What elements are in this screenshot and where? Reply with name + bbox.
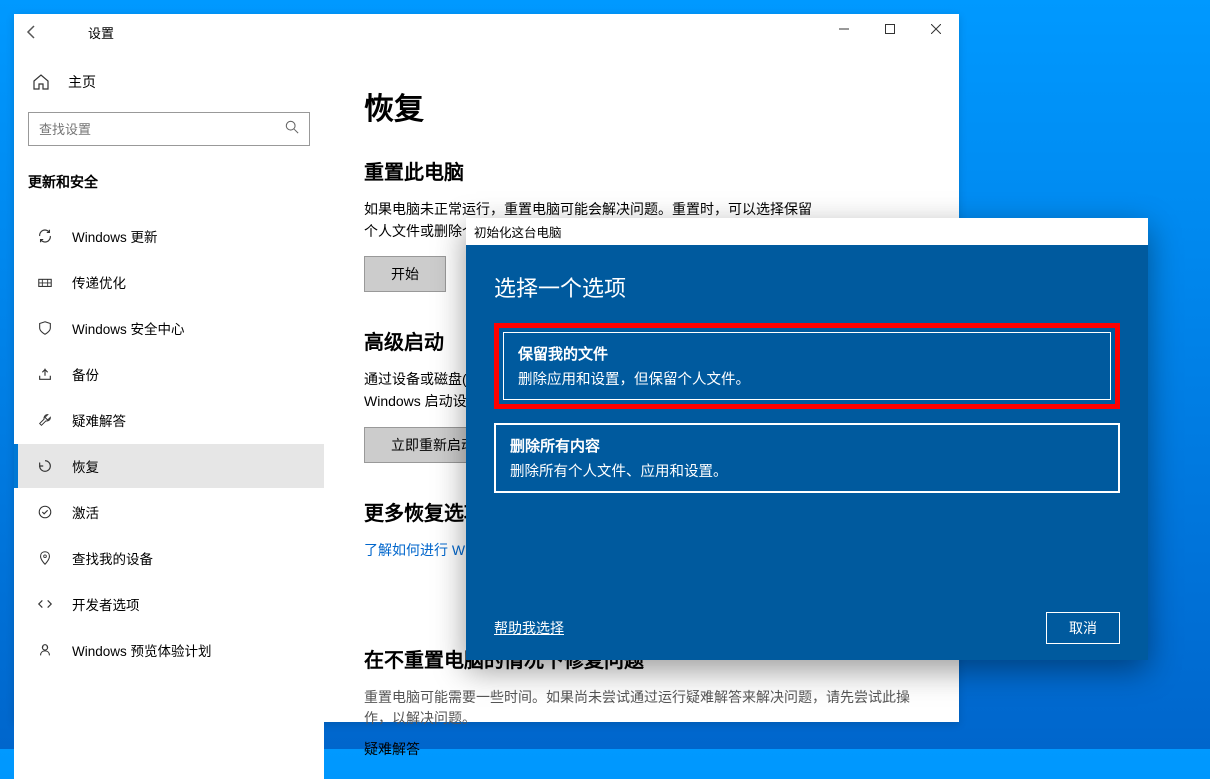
sidebar-item-troubleshoot[interactable]: 疑难解答 xyxy=(14,398,324,442)
window-title: 设置 xyxy=(88,23,114,42)
close-button[interactable] xyxy=(913,14,959,44)
option-desc: 删除应用和设置，但保留个人文件。 xyxy=(518,368,1096,389)
sidebar-item-label: Windows 预览体验计划 xyxy=(72,640,212,660)
shield-icon xyxy=(36,319,54,337)
search-icon xyxy=(285,120,299,139)
option-remove-everything[interactable]: 删除所有内容 删除所有个人文件、应用和设置。 xyxy=(494,423,1120,493)
home-icon xyxy=(32,73,50,91)
sidebar-item-developer[interactable]: 开发者选项 xyxy=(14,582,324,626)
dev-icon xyxy=(36,595,54,613)
search-box[interactable] xyxy=(28,112,310,146)
sync-icon xyxy=(36,227,54,245)
sidebar-item-insider[interactable]: Windows 预览体验计划 xyxy=(14,628,324,672)
activation-icon xyxy=(36,503,54,521)
sidebar-item-label: 查找我的设备 xyxy=(72,548,153,568)
highlight-frame: 保留我的文件 删除应用和设置，但保留个人文件。 xyxy=(494,323,1120,409)
sidebar-category: 更新和安全 xyxy=(14,158,324,212)
sidebar-home-label: 主页 xyxy=(68,72,96,92)
sidebar: 主页 更新和安全 Windows 更新 传递优化 Windows 安全中心 xyxy=(14,50,324,779)
sidebar-item-windows-update[interactable]: Windows 更新 xyxy=(14,214,324,258)
cancel-button[interactable]: 取消 xyxy=(1046,612,1120,644)
recovery-icon xyxy=(36,457,54,475)
sidebar-item-security[interactable]: Windows 安全中心 xyxy=(14,306,324,350)
window-controls xyxy=(821,14,959,44)
backup-icon xyxy=(36,365,54,383)
sidebar-item-activation[interactable]: 激活 xyxy=(14,490,324,534)
sidebar-item-label: 备份 xyxy=(72,364,99,384)
sidebar-home[interactable]: 主页 xyxy=(14,62,324,102)
page-title: 恢复 xyxy=(364,84,919,128)
sidebar-item-label: 激活 xyxy=(72,502,99,522)
sidebar-item-delivery[interactable]: 传递优化 xyxy=(14,260,324,304)
option-keep-files[interactable]: 保留我的文件 删除应用和设置，但保留个人文件。 xyxy=(503,332,1111,400)
sidebar-item-label: Windows 更新 xyxy=(72,226,158,246)
sidebar-item-label: 疑难解答 xyxy=(72,410,126,430)
delivery-icon xyxy=(36,273,54,291)
dialog-heading: 选择一个选项 xyxy=(494,271,1120,303)
sidebar-item-label: Windows 安全中心 xyxy=(72,318,185,338)
minimize-button[interactable] xyxy=(821,14,867,44)
option-title: 保留我的文件 xyxy=(518,343,1096,364)
back-button[interactable] xyxy=(14,14,50,50)
search-input[interactable] xyxy=(39,122,285,137)
help-section-desc: 重置电脑可能需要一些时间。如果尚未尝试通过运行疑难解答来解决问题，请先尝试此操作… xyxy=(364,687,919,729)
maximize-button[interactable] xyxy=(867,14,913,44)
sidebar-item-backup[interactable]: 备份 xyxy=(14,352,324,396)
option-desc: 删除所有个人文件、应用和设置。 xyxy=(510,460,1104,481)
find-device-icon xyxy=(36,549,54,567)
sidebar-item-recovery[interactable]: 恢复 xyxy=(14,444,324,488)
reset-section-title: 重置此电脑 xyxy=(364,156,919,185)
help-me-choose-link[interactable]: 帮助我选择 xyxy=(494,618,564,638)
titlebar: 设置 xyxy=(14,14,959,50)
troubleshoot-icon xyxy=(36,411,54,429)
sidebar-item-label: 传递优化 xyxy=(72,272,126,292)
reset-dialog: 初始化这台电脑 选择一个选项 保留我的文件 删除应用和设置，但保留个人文件。 删… xyxy=(466,218,1148,660)
reset-start-button[interactable]: 开始 xyxy=(364,256,446,292)
sidebar-item-find-device[interactable]: 查找我的设备 xyxy=(14,536,324,580)
insider-icon xyxy=(36,641,54,659)
dialog-title: 初始化这台电脑 xyxy=(466,218,1148,245)
option-title: 删除所有内容 xyxy=(510,435,1104,456)
sidebar-item-label: 开发者选项 xyxy=(72,594,140,614)
sidebar-item-label: 恢复 xyxy=(72,456,99,476)
